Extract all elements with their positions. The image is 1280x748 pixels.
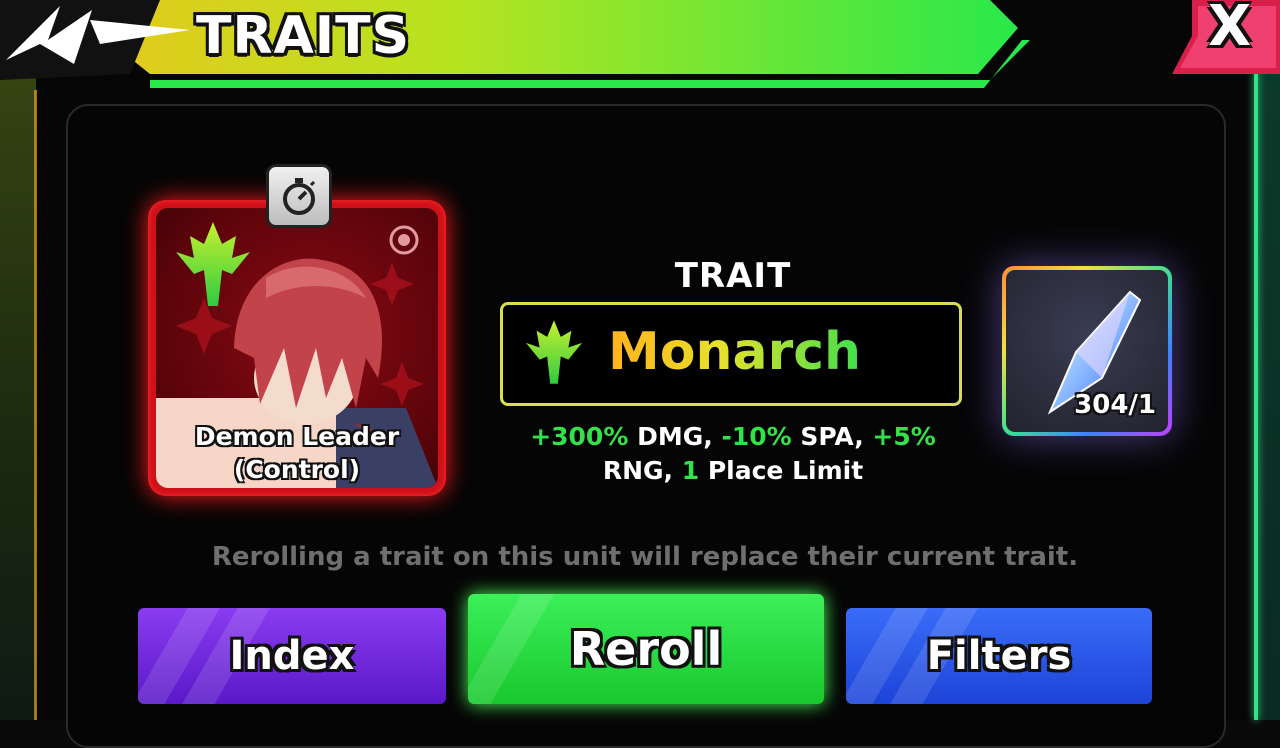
unit-name-line2: (Control): [233, 455, 361, 484]
item-inner: 304/1: [1006, 270, 1168, 432]
header-banner: TRAITS: [0, 0, 1030, 96]
trait-desc-line2: RNG, 1 Place Limit: [500, 454, 966, 488]
dmg-value: +300%: [530, 422, 629, 451]
index-button-label: Index: [229, 633, 355, 679]
index-button[interactable]: Index: [138, 608, 446, 704]
place-limit-label: Place Limit: [699, 456, 864, 485]
trait-name: Monarch: [608, 322, 862, 382]
reroll-button-label: Reroll: [569, 622, 723, 676]
game-screen: TRAITS X Demon Leader (Control) TRAIT Mo…: [0, 0, 1280, 748]
filters-button-label: Filters: [926, 633, 1072, 679]
spa-label: SPA,: [791, 422, 873, 451]
right-edge-line: [1254, 70, 1258, 720]
reroll-warning: Rerolling a trait on this unit will repl…: [211, 542, 1079, 572]
reroll-crystal-item[interactable]: 304/1: [1002, 266, 1172, 436]
button-stripe: [468, 594, 556, 704]
rng-label: RNG,: [602, 456, 682, 485]
trait-description: +300% DMG, -10% SPA, +5% RNG, 1 Place Li…: [500, 420, 966, 488]
monarch-emblem-icon: [176, 222, 250, 306]
page-title: TRAITS: [196, 6, 411, 66]
close-icon: X: [1208, 0, 1252, 59]
element-badge-icon: [388, 224, 420, 256]
unit-name-line1: Demon Leader: [194, 422, 400, 451]
spa-value: -10%: [721, 422, 792, 451]
left-edge-glow: [0, 0, 36, 720]
left-edge-line: [34, 90, 37, 720]
trait-desc-line1: +300% DMG, -10% SPA, +5%: [500, 420, 966, 454]
timer-button[interactable]: [266, 164, 332, 228]
filters-button[interactable]: Filters: [846, 608, 1152, 704]
reroll-button[interactable]: Reroll: [468, 594, 824, 704]
trait-emblem-icon: [526, 320, 582, 384]
dmg-label: DMG,: [628, 422, 722, 451]
trait-label: TRAIT: [674, 256, 792, 296]
unit-name: Demon Leader (Control): [148, 420, 446, 486]
item-count: 304/1: [1074, 390, 1156, 420]
place-limit-value: 1: [681, 456, 700, 485]
rng-value: +5%: [872, 422, 936, 451]
stopwatch-icon: [283, 178, 316, 215]
